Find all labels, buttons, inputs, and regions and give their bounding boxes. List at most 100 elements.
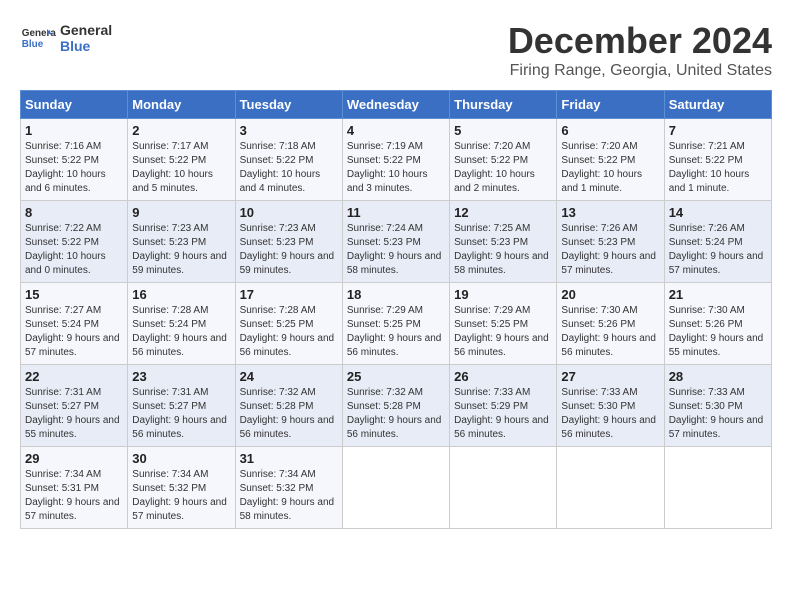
calendar-day-header: Sunday <box>21 91 128 119</box>
calendar-cell: 16 Sunrise: 7:28 AMSunset: 5:24 PMDayligh… <box>128 283 235 365</box>
calendar-cell: 23 Sunrise: 7:31 AMSunset: 5:27 PMDayligh… <box>128 365 235 447</box>
day-detail: Sunrise: 7:31 AMSunset: 5:27 PMDaylight:… <box>132 386 230 442</box>
calendar-cell: 26 Sunrise: 7:33 AMSunset: 5:29 PMDayligh… <box>450 365 557 447</box>
calendar-cell: 3 Sunrise: 7:18 AMSunset: 5:22 PMDaylight… <box>235 119 342 201</box>
calendar-cell: 2 Sunrise: 7:17 AMSunset: 5:22 PMDaylight… <box>128 119 235 201</box>
day-detail: Sunrise: 7:33 AMSunset: 5:30 PMDaylight:… <box>561 386 659 442</box>
day-number: 17 <box>240 287 338 302</box>
day-detail: Sunrise: 7:22 AMSunset: 5:22 PMDaylight:… <box>25 222 123 278</box>
day-detail: Sunrise: 7:29 AMSunset: 5:25 PMDaylight:… <box>347 304 445 360</box>
day-detail: Sunrise: 7:34 AMSunset: 5:32 PMDaylight:… <box>240 468 338 524</box>
day-number: 23 <box>132 369 230 384</box>
day-detail: Sunrise: 7:33 AMSunset: 5:30 PMDaylight:… <box>669 386 767 442</box>
day-number: 29 <box>25 451 123 466</box>
calendar-cell: 10 Sunrise: 7:23 AMSunset: 5:23 PMDayligh… <box>235 201 342 283</box>
calendar-cell: 6 Sunrise: 7:20 AMSunset: 5:22 PMDaylight… <box>557 119 664 201</box>
svg-text:Blue: Blue <box>22 39 44 50</box>
day-number: 22 <box>25 369 123 384</box>
calendar-cell: 14 Sunrise: 7:26 AMSunset: 5:24 PMDayligh… <box>664 201 771 283</box>
calendar-cell: 27 Sunrise: 7:33 AMSunset: 5:30 PMDayligh… <box>557 365 664 447</box>
day-number: 14 <box>669 205 767 220</box>
day-detail: Sunrise: 7:24 AMSunset: 5:23 PMDaylight:… <box>347 222 445 278</box>
calendar-cell: 18Sunrise: 7:29 AMSunset: 5:25 PMDayligh… <box>342 283 449 365</box>
calendar-day-header: Tuesday <box>235 91 342 119</box>
day-detail: Sunrise: 7:21 AMSunset: 5:22 PMDaylight:… <box>669 140 767 196</box>
calendar-cell: 25 Sunrise: 7:32 AMSunset: 5:28 PMDayligh… <box>342 365 449 447</box>
header: General Blue General Blue December 2024 … <box>20 20 772 80</box>
calendar-cell: 29 Sunrise: 7:34 AMSunset: 5:31 PMDayligh… <box>21 447 128 529</box>
calendar-table: SundayMondayTuesdayWednesdayThursdayFrid… <box>20 90 772 529</box>
day-number: 12 <box>454 205 552 220</box>
calendar-header: SundayMondayTuesdayWednesdayThursdayFrid… <box>21 91 772 119</box>
calendar-cell: 1 Sunrise: 7:16 AMSunset: 5:22 PMDaylight… <box>21 119 128 201</box>
logo-line1: General <box>60 22 112 38</box>
day-detail: Sunrise: 7:33 AMSunset: 5:29 PMDaylight:… <box>454 386 552 442</box>
calendar-cell: 20Sunrise: 7:30 AMSunset: 5:26 PMDayligh… <box>557 283 664 365</box>
calendar-cell: 28Sunrise: 7:33 AMSunset: 5:30 PMDayligh… <box>664 365 771 447</box>
empty-cell <box>557 447 664 529</box>
calendar-cell: 24 Sunrise: 7:32 AMSunset: 5:28 PMDayligh… <box>235 365 342 447</box>
day-detail: Sunrise: 7:31 AMSunset: 5:27 PMDaylight:… <box>25 386 123 442</box>
day-number: 4 <box>347 123 445 138</box>
day-number: 27 <box>561 369 659 384</box>
day-detail: Sunrise: 7:18 AMSunset: 5:22 PMDaylight:… <box>240 140 338 196</box>
day-number: 11 <box>347 205 445 220</box>
day-number: 13 <box>561 205 659 220</box>
day-number: 30 <box>132 451 230 466</box>
title-section: December 2024 Firing Range, Georgia, Uni… <box>508 20 772 80</box>
calendar-day-header: Wednesday <box>342 91 449 119</box>
day-detail: Sunrise: 7:32 AMSunset: 5:28 PMDaylight:… <box>240 386 338 442</box>
day-detail: Sunrise: 7:17 AMSunset: 5:22 PMDaylight:… <box>132 140 230 196</box>
day-detail: Sunrise: 7:20 AMSunset: 5:22 PMDaylight:… <box>561 140 659 196</box>
logo-icon: General Blue <box>20 20 56 56</box>
empty-cell <box>342 447 449 529</box>
calendar-cell: 13 Sunrise: 7:26 AMSunset: 5:23 PMDayligh… <box>557 201 664 283</box>
day-number: 20 <box>561 287 659 302</box>
logo: General Blue General Blue <box>20 20 112 56</box>
day-number: 3 <box>240 123 338 138</box>
day-number: 10 <box>240 205 338 220</box>
day-number: 5 <box>454 123 552 138</box>
day-number: 6 <box>561 123 659 138</box>
day-number: 2 <box>132 123 230 138</box>
day-detail: Sunrise: 7:28 AMSunset: 5:24 PMDaylight:… <box>132 304 230 360</box>
calendar-cell: 21 Sunrise: 7:30 AMSunset: 5:26 PMDayligh… <box>664 283 771 365</box>
day-detail: Sunrise: 7:19 AMSunset: 5:22 PMDaylight:… <box>347 140 445 196</box>
page-title: December 2024 <box>508 20 772 62</box>
day-number: 19 <box>454 287 552 302</box>
calendar-cell: 22 Sunrise: 7:31 AMSunset: 5:27 PMDayligh… <box>21 365 128 447</box>
day-detail: Sunrise: 7:34 AMSunset: 5:31 PMDaylight:… <box>25 468 123 524</box>
day-detail: Sunrise: 7:26 AMSunset: 5:24 PMDaylight:… <box>669 222 767 278</box>
calendar-cell: 17Sunrise: 7:28 AMSunset: 5:25 PMDayligh… <box>235 283 342 365</box>
day-detail: Sunrise: 7:27 AMSunset: 5:24 PMDaylight:… <box>25 304 123 360</box>
day-number: 9 <box>132 205 230 220</box>
calendar-day-header: Friday <box>557 91 664 119</box>
day-number: 25 <box>347 369 445 384</box>
day-number: 21 <box>669 287 767 302</box>
calendar-cell: 19Sunrise: 7:29 AMSunset: 5:25 PMDayligh… <box>450 283 557 365</box>
calendar-cell: 30 Sunrise: 7:34 AMSunset: 5:32 PMDayligh… <box>128 447 235 529</box>
day-detail: Sunrise: 7:26 AMSunset: 5:23 PMDaylight:… <box>561 222 659 278</box>
day-detail: Sunrise: 7:34 AMSunset: 5:32 PMDaylight:… <box>132 468 230 524</box>
empty-cell <box>450 447 557 529</box>
day-detail: Sunrise: 7:23 AMSunset: 5:23 PMDaylight:… <box>240 222 338 278</box>
logo-line2: Blue <box>60 38 112 54</box>
calendar-cell: 9Sunrise: 7:23 AMSunset: 5:23 PMDaylight… <box>128 201 235 283</box>
day-number: 31 <box>240 451 338 466</box>
day-detail: Sunrise: 7:30 AMSunset: 5:26 PMDaylight:… <box>669 304 767 360</box>
day-detail: Sunrise: 7:32 AMSunset: 5:28 PMDaylight:… <box>347 386 445 442</box>
calendar-cell: 5Sunrise: 7:20 AMSunset: 5:22 PMDaylight… <box>450 119 557 201</box>
calendar-day-header: Thursday <box>450 91 557 119</box>
calendar-cell: 4 Sunrise: 7:19 AMSunset: 5:22 PMDaylight… <box>342 119 449 201</box>
empty-cell <box>664 447 771 529</box>
day-number: 1 <box>25 123 123 138</box>
calendar-cell: 31 Sunrise: 7:34 AMSunset: 5:32 PMDayligh… <box>235 447 342 529</box>
day-number: 26 <box>454 369 552 384</box>
calendar-cell: 15Sunrise: 7:27 AMSunset: 5:24 PMDayligh… <box>21 283 128 365</box>
day-number: 24 <box>240 369 338 384</box>
calendar-cell: 12Sunrise: 7:25 AMSunset: 5:23 PMDayligh… <box>450 201 557 283</box>
day-number: 7 <box>669 123 767 138</box>
day-number: 16 <box>132 287 230 302</box>
calendar-day-header: Saturday <box>664 91 771 119</box>
day-detail: Sunrise: 7:16 AMSunset: 5:22 PMDaylight:… <box>25 140 123 196</box>
